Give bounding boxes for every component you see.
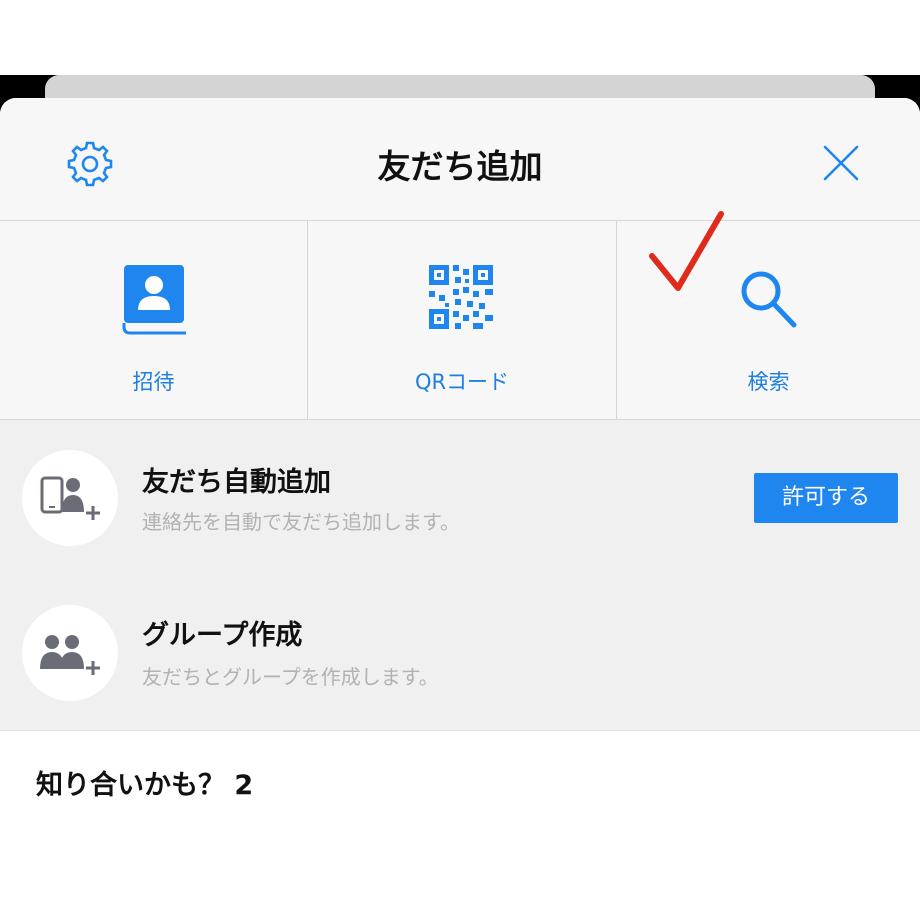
feature-list: 友だち自動追加 連絡先を自動で友だち追加します。 許可する グループ作成 友だち… xyxy=(0,420,920,731)
contact-book-icon xyxy=(120,263,190,339)
search-icon xyxy=(737,267,801,337)
auto-add-row: 友だち自動追加 連絡先を自動で友だち追加します。 許可する xyxy=(0,420,920,560)
add-method-tiles: 招待 QRコード 検索 xyxy=(0,221,920,420)
suggestions-title: 知り合いかも？ 2 xyxy=(36,770,254,801)
phone-friend-add-icon xyxy=(22,450,118,546)
allow-button[interactable]: 許可する xyxy=(754,473,898,523)
auto-add-subtitle: 連絡先を自動で友だち追加します。 xyxy=(142,510,460,534)
tile-qr-code[interactable]: QRコード xyxy=(308,221,616,419)
tile-label: QRコード xyxy=(414,370,510,394)
create-group-title: グループ作成 xyxy=(142,620,303,651)
tile-label: 招待 xyxy=(132,370,175,394)
page-title: 友だち追加 xyxy=(377,147,543,186)
checkmark-annotation xyxy=(646,210,726,294)
header-bar: 友だち追加 xyxy=(0,98,920,221)
auto-add-title: 友だち自動追加 xyxy=(142,467,331,498)
tile-label: 検索 xyxy=(747,370,790,394)
create-group-subtitle: 友だちとグループを作成します。 xyxy=(142,665,439,689)
qr-code-icon xyxy=(429,265,493,333)
tile-invite[interactable]: 招待 xyxy=(0,221,307,419)
create-group-row[interactable]: グループ作成 友だちとグループを作成します。 xyxy=(0,575,920,715)
close-icon[interactable] xyxy=(818,140,864,186)
add-friend-sheet: 友だち追加 招待 QRコード 検索 友だち自動追加 連絡先を自動で友だち追加しま… xyxy=(0,98,920,920)
group-add-icon xyxy=(22,605,118,701)
